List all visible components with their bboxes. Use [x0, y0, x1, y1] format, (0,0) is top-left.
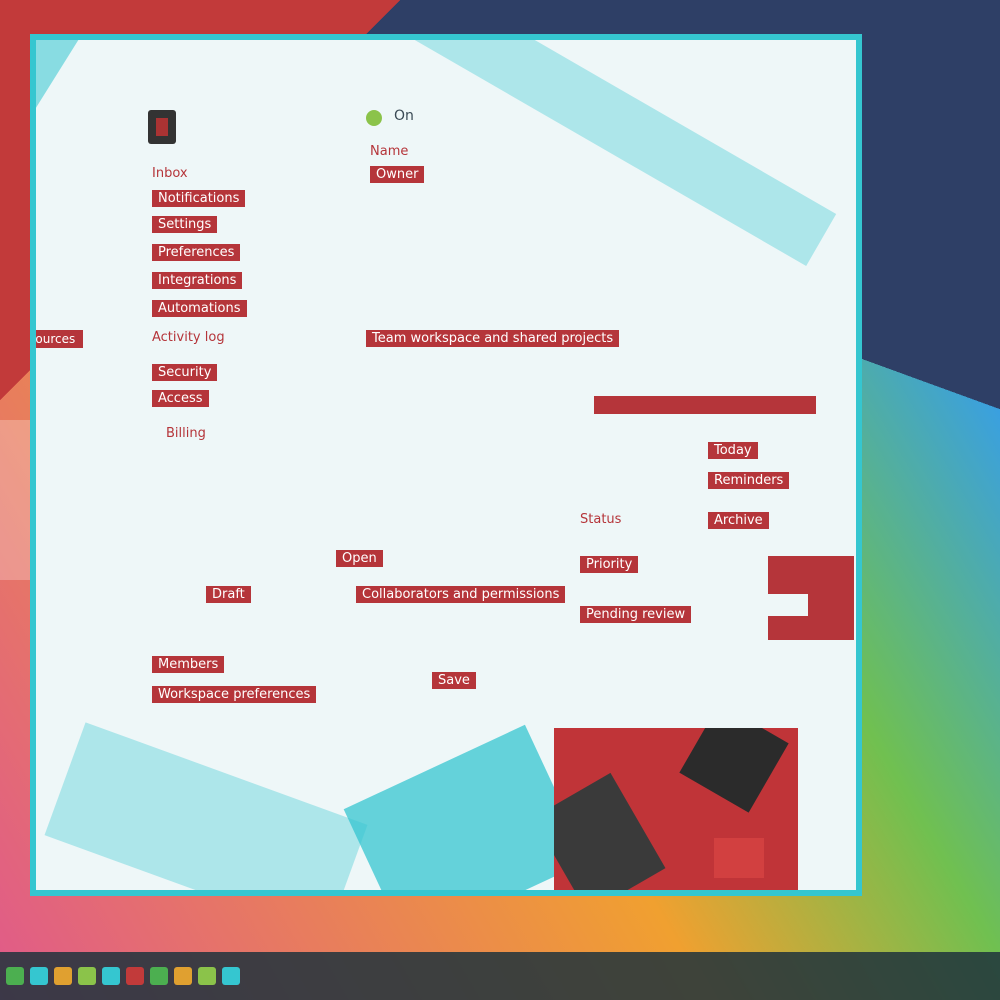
- browser-icon[interactable]: [54, 967, 72, 985]
- window-decoration: [44, 722, 368, 890]
- banner: [594, 396, 816, 414]
- app-logo-icon: [148, 110, 176, 144]
- status-text: On: [394, 108, 414, 124]
- photos-icon[interactable]: [198, 967, 216, 985]
- nav-item[interactable]: Access: [152, 390, 209, 407]
- row-label: Draft: [206, 586, 251, 603]
- preview-shape: [554, 772, 666, 890]
- footer-label: Workspace preferences: [152, 686, 317, 703]
- side-tab[interactable]: Resources: [36, 330, 84, 348]
- thumbnail-overlay: [768, 594, 808, 616]
- music-icon[interactable]: [174, 967, 192, 985]
- footer-label: Members: [152, 656, 225, 673]
- desktop-stripe: [0, 420, 30, 580]
- window-decoration: [355, 40, 837, 266]
- nav-item[interactable]: Billing: [166, 426, 206, 441]
- panel-item[interactable]: Archive: [708, 512, 769, 529]
- status-indicator-icon: [366, 110, 382, 126]
- window-decoration: [36, 40, 117, 183]
- start-icon[interactable]: [6, 967, 24, 985]
- files-icon[interactable]: [78, 967, 96, 985]
- panel-item[interactable]: Today: [708, 442, 758, 459]
- nav-item[interactable]: Preferences: [152, 244, 241, 261]
- nav-item[interactable]: Security: [152, 364, 218, 381]
- save-button[interactable]: Save: [432, 672, 476, 689]
- search-icon[interactable]: [30, 967, 48, 985]
- nav-item[interactable]: Integrations: [152, 272, 243, 289]
- panel-item[interactable]: Reminders: [708, 472, 790, 489]
- column-label: Name: [370, 144, 409, 159]
- row-label: Pending review: [580, 606, 692, 623]
- nav-item[interactable]: Notifications: [152, 190, 246, 207]
- chat-icon[interactable]: [222, 967, 240, 985]
- nav-item[interactable]: Automations: [152, 300, 247, 317]
- preview-shape: [679, 728, 789, 813]
- nav-item[interactable]: Activity log: [152, 330, 225, 345]
- terminal-icon[interactable]: [126, 967, 144, 985]
- header-row: Team workspace and shared projects: [366, 330, 620, 347]
- row-label: Open: [336, 550, 383, 567]
- image-preview[interactable]: [554, 728, 798, 890]
- column-label: Status: [580, 512, 622, 527]
- column-label: Priority: [580, 556, 639, 573]
- nav-item[interactable]: Settings: [152, 216, 218, 233]
- taskbar: [0, 952, 1000, 1000]
- preview-shape: [714, 838, 764, 878]
- window-decoration: [343, 724, 589, 890]
- settings-icon[interactable]: [150, 967, 168, 985]
- row-label: Collaborators and permissions: [356, 586, 566, 603]
- column-label: Owner: [370, 166, 425, 183]
- app-window: Resources On Inbox Notifications Setting…: [30, 34, 862, 896]
- nav-item[interactable]: Inbox: [152, 166, 188, 181]
- mail-icon[interactable]: [102, 967, 120, 985]
